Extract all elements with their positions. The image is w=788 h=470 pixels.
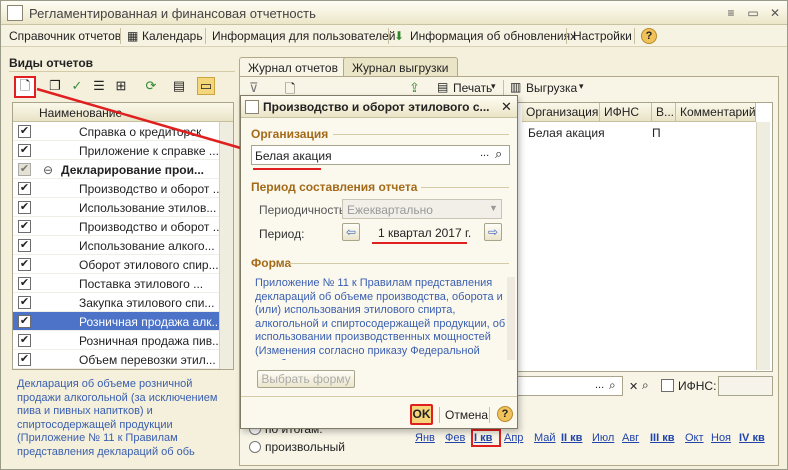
prev-period-button[interactable]: ⇦ (342, 223, 360, 241)
separator (439, 407, 440, 423)
divider (289, 263, 509, 264)
periodicity-value: Ежеквартально (347, 203, 433, 217)
org-group-title: Организация (251, 127, 329, 141)
dialog-icon (245, 100, 259, 114)
form-description: Приложение № 11 к Правилам представления… (255, 277, 506, 360)
separator (489, 407, 490, 423)
help-icon[interactable]: ? (497, 406, 513, 422)
divider (241, 396, 517, 397)
report-dialog: Производство и оборот этилового с... ✕ О… (240, 95, 518, 429)
choose-form-button[interactable]: Выбрать форму (257, 370, 355, 388)
period-group-title: Период составления отчета (251, 180, 418, 194)
organization-value: Белая акация (255, 149, 332, 163)
highlight-underline (372, 242, 467, 244)
divider (333, 134, 509, 135)
dialog-title-bar: Производство и оборот этилового с... ✕ (241, 96, 517, 118)
close-icon[interactable]: ✕ (501, 99, 512, 115)
form-scrollbar[interactable] (507, 277, 515, 360)
periodicity-select[interactable]: Ежеквартально ▼ (342, 199, 502, 219)
cancel-button[interactable]: Отмена (445, 408, 488, 422)
organization-field[interactable]: Белая акация ... ⌕ (251, 145, 510, 165)
ok-button[interactable]: OK (410, 404, 433, 425)
form-group-title: Форма (251, 256, 292, 270)
select-button[interactable]: ... (480, 147, 489, 159)
periodicity-label: Периодичность: (259, 203, 349, 217)
search-icon[interactable]: ⌕ (495, 146, 502, 162)
next-period-button[interactable]: ⇨ (484, 223, 502, 241)
period-value: 1 квартал 2017 г. (378, 226, 472, 240)
chevron-down-icon[interactable]: ▼ (489, 203, 498, 213)
divider (421, 187, 509, 188)
period-label: Период: (259, 227, 305, 241)
highlight-underline (253, 168, 321, 170)
main-window: Регламентированная и финансовая отчетнос… (0, 0, 788, 470)
dialog-title: Производство и оборот этилового с... (263, 100, 490, 114)
